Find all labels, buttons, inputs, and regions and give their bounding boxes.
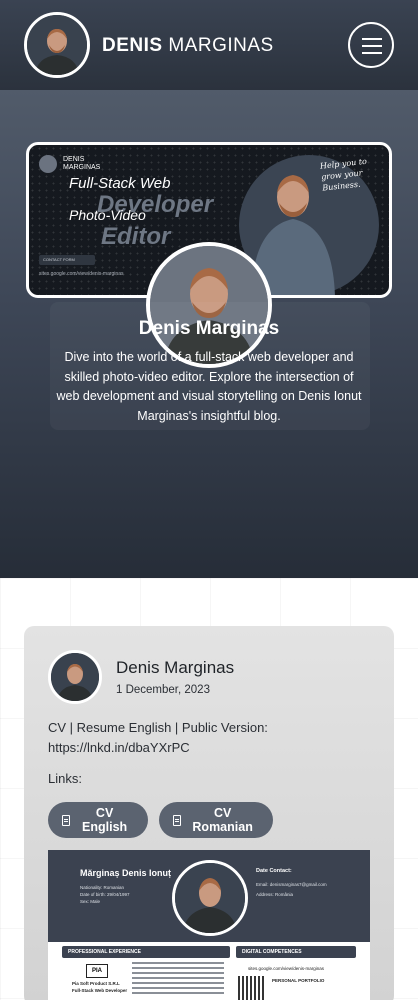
cv-preview-image[interactable]: Mărginaș Denis Ionuț Nationality: Romani… — [48, 850, 370, 1000]
banner-logo-icon — [39, 155, 57, 173]
links-label: Links: — [48, 771, 82, 786]
cv-portfolio: PERSONAL PORTFOLIO — [272, 978, 325, 983]
brand-last-name: MARGINAS — [168, 35, 274, 56]
post-author-name[interactable]: Denis Marginas — [116, 658, 234, 678]
document-icon — [173, 814, 182, 826]
cv-romanian-label: CV Romanian — [192, 806, 253, 834]
banner-brand: DENIS MARGINAS — [63, 156, 101, 171]
cv-meta: Nationality: Romanian Date of birth: 29/… — [80, 885, 130, 904]
cv-text-lines — [132, 962, 224, 997]
hero-name: Denis Marginas — [138, 318, 280, 339]
top-navigation-bar: DENIS MARGINAS — [0, 0, 418, 90]
banner-line-4: Editor — [101, 223, 171, 250]
banner-contact-button: CONTACT FORM — [39, 255, 95, 265]
hamburger-icon — [362, 38, 382, 40]
cv-section-digital: DIGITAL COMPETENCES — [236, 946, 356, 958]
cv-site: sites.google.com/view/denis-marginas — [248, 966, 325, 971]
hamburger-menu-button[interactable] — [348, 22, 394, 68]
brand-first-name: DENIS — [102, 35, 163, 56]
cv-section-experience: PROFESSIONAL EXPERIENCE — [62, 946, 230, 958]
cv-contact-title: Date Contact: — [256, 868, 292, 874]
cv-avatar — [172, 860, 248, 936]
cv-name: Mărginaș Denis Ionuț — [80, 868, 172, 878]
brand-logo-text[interactable]: DENIS MARGINAS — [102, 35, 274, 57]
banner-url: sites.google.com/view/denis-marginas — [39, 271, 124, 277]
cv-company: Pia Soft Product S.R.L Full-Stack Web De… — [72, 981, 128, 993]
cv-romanian-button[interactable]: CV Romanian — [159, 802, 273, 838]
hero-description: Dive into the world of a full-stack web … — [56, 350, 362, 423]
cv-contact-lines: Email: denismarginas7@gmail.com Address:… — [256, 882, 327, 897]
cv-english-button[interactable]: CV English — [48, 802, 148, 838]
profile-avatar[interactable] — [24, 12, 90, 78]
qr-code-icon — [238, 976, 264, 1000]
cv-english-label: CV English — [82, 806, 128, 834]
document-icon — [62, 814, 71, 826]
banner-line-1: Full-Stack Web — [69, 175, 171, 192]
cv-company-logo: PIA — [86, 964, 108, 978]
banner-line-3: Photo-Video — [69, 207, 146, 223]
post-author-avatar[interactable] — [48, 650, 102, 704]
post-text: CV | Resume English | Public Version: ht… — [48, 720, 268, 755]
post-date: 1 December, 2023 — [116, 684, 210, 696]
